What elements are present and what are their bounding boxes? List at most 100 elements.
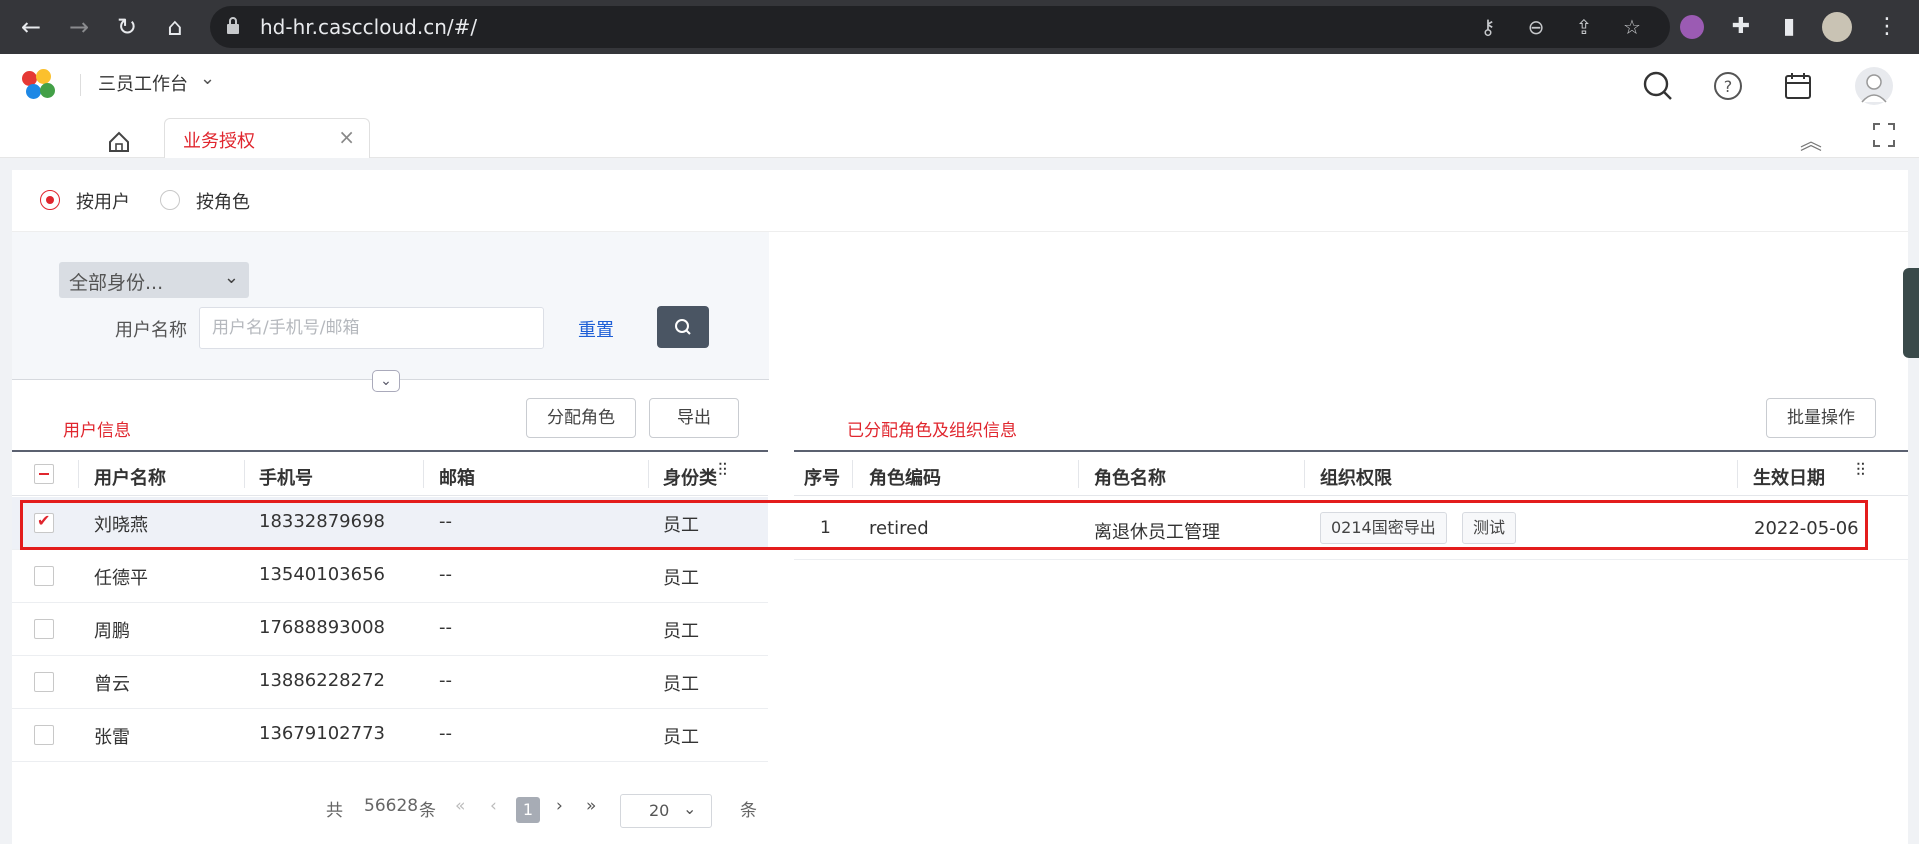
- workbench-switcher[interactable]: 三员工作台: [98, 70, 188, 96]
- table-row[interactable]: 曾云 13886228272 -- 员工: [12, 656, 768, 709]
- help-icon[interactable]: ?: [1710, 68, 1746, 104]
- forward-arrow-icon[interactable]: →: [62, 10, 96, 44]
- username-label: 用户名称: [115, 320, 187, 341]
- select-all-checkbox[interactable]: [34, 464, 54, 484]
- cell-identity: 员工: [663, 674, 699, 695]
- address-bar[interactable]: hd-hr.casccloud.cn/#/ ⚷ ⊖ ⇪ ☆: [210, 6, 1670, 48]
- home-tab-icon[interactable]: [96, 124, 142, 160]
- col-effective-date[interactable]: 生效日期: [1753, 464, 1825, 490]
- column-settings-icon[interactable]: ⫶⫶: [718, 460, 727, 481]
- puzzle-icon[interactable]: ✚: [1726, 12, 1756, 42]
- browser-toolbar: ← → ↻ ⌂ hd-hr.casccloud.cn/#/ ⚷ ⊖ ⇪ ☆ ✚ …: [0, 0, 1919, 54]
- column-divider: [423, 460, 424, 488]
- radio-by-role-label[interactable]: 按角色: [196, 188, 250, 214]
- chevron-double-up-icon[interactable]: ︽: [1800, 124, 1822, 156]
- tab-business-auth[interactable]: 业务授权 ×: [164, 118, 370, 158]
- identity-select[interactable]: 全部身份... ⌄: [59, 262, 249, 298]
- last-page-icon[interactable]: »: [586, 796, 596, 816]
- table-row[interactable]: 1 retired 离退休员工管理 0214国密导出 测试 2022-05-06: [794, 502, 1908, 560]
- col-index[interactable]: 序号: [804, 464, 840, 490]
- url-text[interactable]: hd-hr.casccloud.cn/#/: [260, 6, 477, 48]
- assign-role-button[interactable]: 分配角色: [526, 398, 636, 438]
- header-divider: [80, 74, 81, 96]
- star-icon[interactable]: ☆: [1620, 15, 1644, 39]
- close-icon[interactable]: ×: [338, 125, 355, 149]
- assigned-roles-title: 已分配角色及组织信息: [847, 421, 1017, 441]
- column-divider: [852, 460, 853, 488]
- col-username[interactable]: 用户名称: [94, 464, 166, 490]
- calendar-icon[interactable]: [1780, 68, 1816, 104]
- chevron-down-icon[interactable]: ⌄: [200, 68, 215, 89]
- col-email[interactable]: 邮箱: [439, 464, 475, 490]
- reload-icon[interactable]: ↻: [110, 10, 144, 44]
- cell-identity: 员工: [663, 568, 699, 589]
- row-checkbox[interactable]: [34, 725, 54, 745]
- table-row[interactable]: 周鹏 17688893008 -- 员工: [12, 603, 768, 656]
- table-row[interactable]: 刘晓燕 18332879698 -- 员工: [12, 497, 768, 550]
- table-row[interactable]: 张雷 13679102773 -- 员工: [12, 709, 768, 762]
- row-checkbox[interactable]: [34, 672, 54, 692]
- col-role-code[interactable]: 角色编码: [869, 464, 941, 490]
- user-table-header: 用户名称 手机号 邮箱 身份类 ⫶⫶: [12, 450, 768, 496]
- next-page-icon[interactable]: ›: [556, 796, 563, 816]
- kebab-menu-icon[interactable]: ⋮: [1872, 12, 1902, 42]
- chevron-down-icon: ⌄: [223, 267, 239, 288]
- home-icon[interactable]: ⌂: [158, 10, 192, 44]
- app-logo: [22, 69, 58, 101]
- search-filter-panel: 全部身份... ⌄ 用户名称 重置 ⌄: [12, 232, 769, 392]
- sidebar-icon[interactable]: ▮: [1774, 12, 1804, 42]
- row-checkbox[interactable]: [34, 511, 54, 533]
- search-button[interactable]: [657, 306, 709, 348]
- table-row[interactable]: 任德平 13540103656 -- 员工: [12, 550, 768, 603]
- cell-identity: 员工: [663, 621, 699, 642]
- current-page-button[interactable]: 1: [516, 797, 540, 823]
- row-checkbox[interactable]: [34, 566, 54, 586]
- zoom-out-icon[interactable]: ⊖: [1524, 15, 1548, 39]
- cell-identity: 员工: [663, 727, 699, 748]
- expand-filter-chevron-icon[interactable]: ⌄: [372, 370, 400, 392]
- org-tag[interactable]: 测试: [1462, 512, 1517, 544]
- tab-label: 业务授权: [183, 131, 255, 152]
- col-org-permission[interactable]: 组织权限: [1320, 464, 1392, 490]
- cell-email: --: [439, 511, 452, 532]
- column-divider: [1737, 460, 1738, 488]
- col-identity[interactable]: 身份类: [663, 464, 717, 490]
- row-checkbox[interactable]: [34, 619, 54, 639]
- radio-by-user-label[interactable]: 按用户: [76, 188, 130, 214]
- page-size-select[interactable]: 20 ⌄: [620, 794, 712, 828]
- extension-icon[interactable]: [1680, 15, 1704, 39]
- profile-avatar-icon[interactable]: [1822, 12, 1852, 42]
- page-size-value: 20: [649, 801, 670, 820]
- user-avatar-icon[interactable]: [1854, 66, 1894, 106]
- prev-page-icon[interactable]: ‹: [490, 796, 497, 816]
- cell-email: --: [439, 617, 452, 638]
- radio-by-user[interactable]: [40, 190, 60, 210]
- column-divider: [1078, 460, 1079, 488]
- username-search-input[interactable]: [199, 307, 544, 349]
- back-arrow-icon[interactable]: ←: [14, 10, 48, 44]
- org-tag[interactable]: 0214国密导出: [1320, 512, 1447, 544]
- cell-role-code: retired: [869, 518, 929, 539]
- share-icon[interactable]: ⇪: [1572, 15, 1596, 39]
- first-page-icon[interactable]: «: [455, 796, 465, 816]
- col-role-name[interactable]: 角色名称: [1094, 464, 1166, 490]
- search-icon: [675, 319, 691, 335]
- filter-mode-radio-group: 按用户 按角色: [12, 170, 1908, 232]
- page-size-suffix: 条: [740, 801, 757, 821]
- col-phone[interactable]: 手机号: [259, 464, 313, 490]
- cell-email: --: [439, 723, 452, 744]
- cell-effective-date: 2022-05-06: [1754, 518, 1859, 539]
- cell-identity: 员工: [663, 515, 699, 536]
- side-scroll-widget[interactable]: [1903, 268, 1919, 358]
- radio-by-role[interactable]: [160, 190, 180, 210]
- column-settings-icon[interactable]: ⫶⫶: [1856, 460, 1865, 481]
- cell-email: --: [439, 564, 452, 585]
- export-button[interactable]: 导出: [649, 398, 739, 438]
- batch-operation-button[interactable]: 批量操作: [1766, 398, 1876, 438]
- cell-phone: 18332879698: [259, 511, 385, 532]
- fullscreen-icon[interactable]: [1872, 122, 1896, 148]
- chevron-down-icon: ⌄: [683, 799, 697, 818]
- key-icon[interactable]: ⚷: [1476, 15, 1500, 39]
- reset-link[interactable]: 重置: [578, 316, 614, 342]
- search-icon[interactable]: [1640, 68, 1676, 104]
